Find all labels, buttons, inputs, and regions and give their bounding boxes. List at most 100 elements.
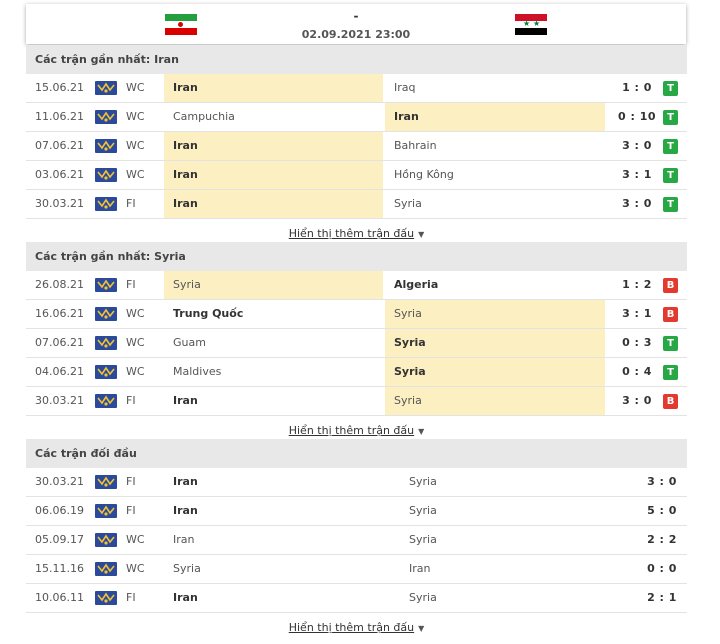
- match-row[interactable]: 03.06.21 WC Iran Hồng Kông 3 : 1T: [26, 161, 687, 190]
- league-code: WC: [126, 168, 145, 181]
- league-code: WC: [126, 81, 145, 94]
- league-icon: [95, 110, 117, 124]
- home-team[interactable]: Iran: [164, 190, 383, 218]
- match-row[interactable]: 10.06.11 FI Iran Syria 2 : 1: [26, 584, 687, 613]
- league-code: WC: [126, 336, 145, 349]
- result-badge: T: [663, 139, 678, 154]
- syria-flag-icon: [515, 14, 547, 35]
- section-title: Các trận gần nhất: Syria: [26, 242, 687, 271]
- home-team[interactable]: Iran: [164, 387, 383, 415]
- away-team[interactable]: Syria: [400, 584, 620, 612]
- match-date: 15.11.16: [35, 562, 84, 575]
- match-row[interactable]: 26.08.21 FI Syria Algeria 1 : 2B: [26, 271, 687, 300]
- result-badge: T: [663, 336, 678, 351]
- league-code: FI: [126, 197, 136, 210]
- caret-down-icon: ▼: [418, 230, 425, 239]
- league-code: WC: [126, 307, 145, 320]
- home-team[interactable]: Campuchia: [164, 103, 383, 131]
- match-header: - 02.09.2021 23:00: [26, 4, 686, 44]
- away-team[interactable]: Syria: [385, 329, 605, 357]
- match-row[interactable]: 30.03.21 FI Iran Syria 3 : 0B: [26, 387, 687, 416]
- result-badge: T: [663, 110, 678, 125]
- home-team[interactable]: Iran: [164, 526, 383, 554]
- match-row[interactable]: 30.03.21 FI Iran Syria 3 : 0T: [26, 190, 687, 219]
- league-code: FI: [126, 591, 136, 604]
- syria-recent-section: Các trận gần nhất: Syria 26.08.21 FI Syria…: [26, 242, 687, 446]
- home-team[interactable]: Iran: [164, 497, 383, 525]
- home-team[interactable]: Maldives: [164, 358, 383, 386]
- match-date: 30.03.21: [35, 197, 84, 210]
- match-row[interactable]: 15.11.16 WC Syria Iran 0 : 0: [26, 555, 687, 584]
- match-score: 2 : 2: [647, 533, 677, 546]
- result-badge: B: [663, 394, 678, 409]
- league-icon: [95, 504, 117, 518]
- league-icon: [95, 336, 117, 350]
- away-team[interactable]: Iran: [385, 103, 605, 131]
- match-datetime: 02.09.2021 23:00: [301, 28, 411, 41]
- away-team[interactable]: Syria: [385, 358, 605, 386]
- home-team[interactable]: Syria: [164, 555, 383, 583]
- match-date: 06.06.19: [35, 504, 84, 517]
- league-icon: [95, 591, 117, 605]
- match-date: 10.06.11: [35, 591, 84, 604]
- match-row[interactable]: 30.03.21 FI Iran Syria 3 : 0: [26, 468, 687, 497]
- league-icon: [95, 394, 117, 408]
- away-team[interactable]: Bahrain: [385, 132, 605, 160]
- home-team[interactable]: Iran: [164, 161, 383, 189]
- match-date: 26.08.21: [35, 278, 84, 291]
- league-icon: [95, 139, 117, 153]
- match-date: 07.06.21: [35, 139, 84, 152]
- match-row[interactable]: 16.06.21 WC Trung Quốc Syria 3 : 1B: [26, 300, 687, 329]
- result-badge: T: [663, 168, 678, 183]
- show-more: Hiển thị thêm trận đấu ▼: [26, 613, 687, 643]
- away-team[interactable]: Syria: [385, 300, 605, 328]
- league-code: WC: [126, 533, 145, 546]
- away-team[interactable]: Iran: [400, 555, 620, 583]
- home-team[interactable]: Guam: [164, 329, 383, 357]
- match-row[interactable]: 06.06.19 FI Iran Syria 5 : 0: [26, 497, 687, 526]
- result-badge: T: [663, 365, 678, 380]
- away-team[interactable]: Iraq: [385, 74, 605, 102]
- match-date: 05.09.17: [35, 533, 84, 546]
- match-date: 07.06.21: [35, 336, 84, 349]
- league-icon: [95, 81, 117, 95]
- match-score: 2 : 1: [647, 591, 677, 604]
- iran-recent-section: Các trận gần nhất: Iran 15.06.21 WC Iran Ir…: [26, 45, 687, 249]
- away-team[interactable]: Syria: [400, 526, 620, 554]
- home-team[interactable]: Syria: [164, 271, 383, 299]
- league-code: FI: [126, 278, 136, 291]
- match-row[interactable]: 11.06.21 WC Campuchia Iran 0 : 10 T: [26, 103, 687, 132]
- away-team[interactable]: Syria: [385, 190, 605, 218]
- result-badge: T: [663, 197, 678, 212]
- match-date: 03.06.21: [35, 168, 84, 181]
- league-icon: [95, 197, 117, 211]
- home-team[interactable]: Iran: [164, 74, 383, 102]
- league-code: FI: [126, 475, 136, 488]
- show-more-link[interactable]: Hiển thị thêm trận đấu: [289, 424, 414, 437]
- match-score: -: [353, 9, 359, 23]
- show-more-link[interactable]: Hiển thị thêm trận đấu: [289, 227, 414, 240]
- match-date: 15.06.21: [35, 81, 84, 94]
- match-row[interactable]: 15.06.21 WC Iran Iraq 1 : 0T: [26, 74, 687, 103]
- home-team[interactable]: Trung Quốc: [164, 300, 383, 328]
- match-score: 5 : 0: [647, 504, 677, 517]
- home-team[interactable]: Iran: [164, 468, 383, 496]
- match-row[interactable]: 07.06.21 WC Guam Syria 0 : 3T: [26, 329, 687, 358]
- head-to-head-section: Các trận đối đầu 30.03.21 FI Iran Syria 3 : …: [26, 439, 687, 643]
- away-team[interactable]: Syria: [385, 387, 605, 415]
- result-badge: B: [663, 307, 678, 322]
- match-row[interactable]: 05.09.17 WC Iran Syria 2 : 2: [26, 526, 687, 555]
- home-team[interactable]: Iran: [164, 132, 383, 160]
- match-row[interactable]: 07.06.21 WC Iran Bahrain 3 : 0T: [26, 132, 687, 161]
- league-icon: [95, 278, 117, 292]
- league-code: WC: [126, 562, 145, 575]
- away-team[interactable]: Syria: [400, 497, 620, 525]
- league-code: WC: [126, 365, 145, 378]
- home-team[interactable]: Iran: [164, 584, 383, 612]
- match-row[interactable]: 04.06.21 WC Maldives Syria 0 : 4T: [26, 358, 687, 387]
- away-team[interactable]: Syria: [400, 468, 620, 496]
- match-score: 0 : 0: [647, 562, 677, 575]
- league-code: FI: [126, 504, 136, 517]
- away-team[interactable]: Algeria: [385, 271, 605, 299]
- away-team[interactable]: Hồng Kông: [385, 161, 605, 189]
